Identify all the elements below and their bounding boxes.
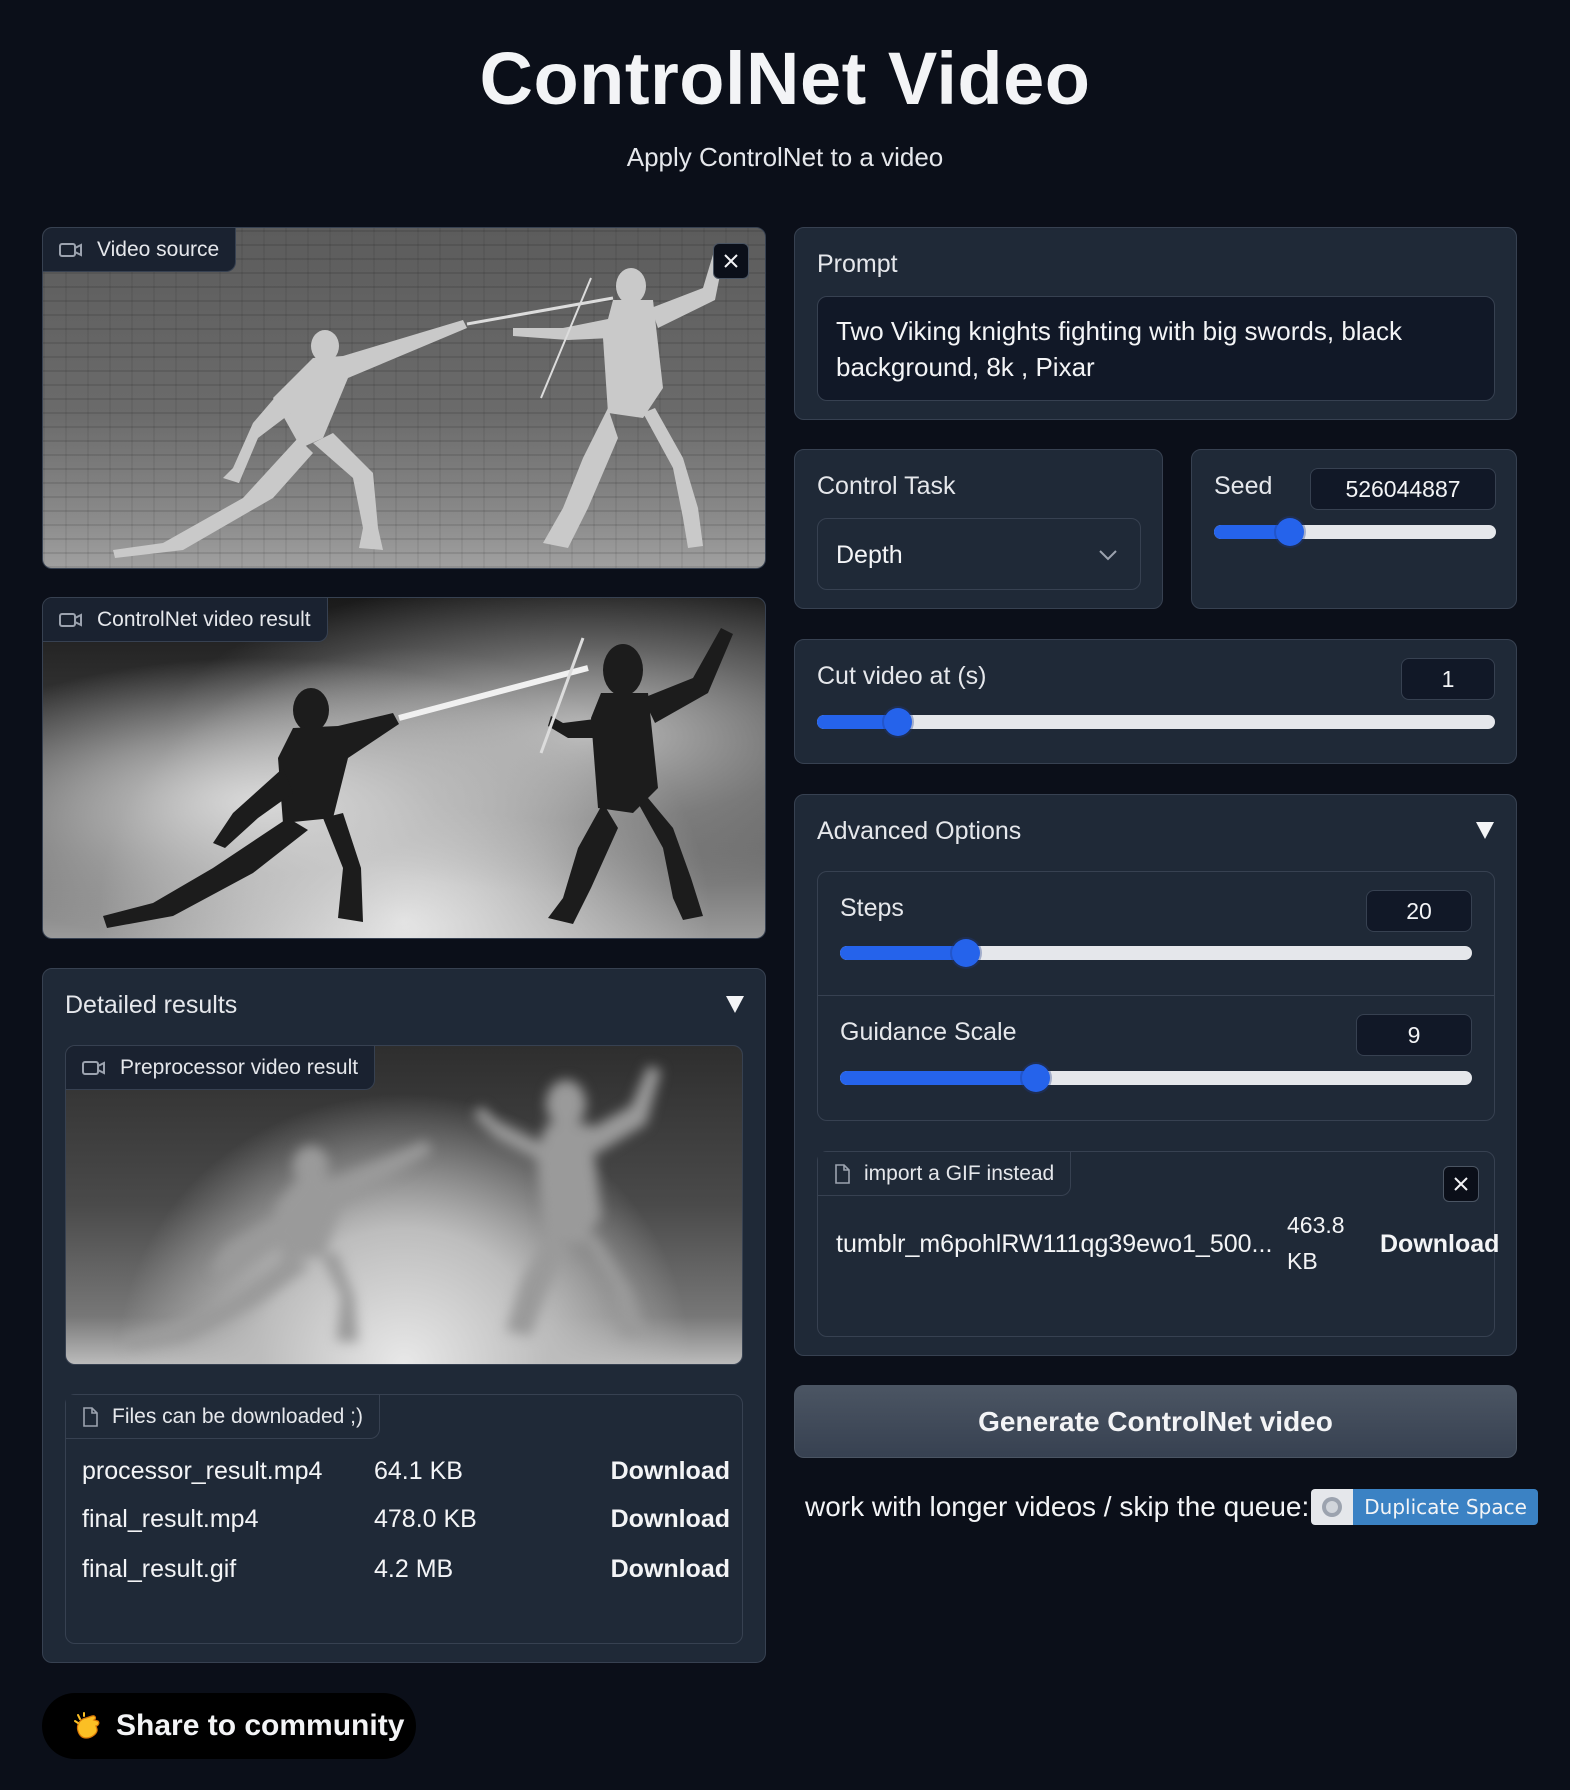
controlnet-result-frame (43, 598, 765, 938)
steps-slider-thumb[interactable] (952, 939, 981, 967)
gif-import-label: import a GIF instead (818, 1152, 1072, 1196)
cut-video-slider[interactable] (817, 708, 1495, 736)
file-row: final_result.mp4 478.0 KB Download (82, 1501, 730, 1541)
control-task-panel: Control Task Depth (794, 449, 1163, 609)
clapping-hands-icon (74, 1712, 100, 1739)
file-name: final_result.gif (82, 1555, 237, 1583)
preprocessor-result-label-text: Preprocessor video result (120, 1055, 359, 1079)
controlnet-result-player[interactable]: ControlNet video result (42, 597, 766, 939)
page-title: ControlNet Video (479, 37, 1091, 120)
video-camera-icon (59, 612, 82, 627)
control-task-value: Depth (836, 541, 903, 569)
share-to-community-button[interactable]: Share to community (42, 1693, 416, 1759)
seed-input[interactable]: 526044887 (1310, 468, 1496, 510)
detailed-results-header[interactable]: Detailed results (43, 969, 765, 1039)
guidance-input[interactable]: 9 (1356, 1014, 1472, 1056)
file-icon (83, 1406, 98, 1427)
detailed-results-panel: Detailed results Preprocessor video resu… (42, 968, 766, 1663)
download-link[interactable]: Download (611, 1555, 730, 1584)
prompt-panel: Prompt Two Viking knights fighting with … (794, 227, 1517, 420)
clear-video-button[interactable] (713, 243, 749, 279)
share-label: Share to community (116, 1709, 405, 1742)
controlnet-result-label: ControlNet video result (43, 598, 328, 642)
video-source-label-text: Video source (97, 237, 220, 261)
guidance-row: Guidance Scale 9 (818, 996, 1494, 1120)
duplicate-space-badge[interactable]: Duplicate Space (1311, 1489, 1538, 1525)
advanced-sliders-group: Steps 20 Guidance Scale 9 (817, 871, 1495, 1121)
seed-panel: Seed 526044887 (1191, 449, 1517, 609)
steps-label: Steps (840, 894, 904, 922)
controlnet-result-label-text: ControlNet video result (97, 607, 311, 631)
seed-slider[interactable] (1214, 518, 1496, 546)
preprocessor-result-label: Preprocessor video result (66, 1046, 376, 1090)
files-label-text: Files can be downloaded ;) (112, 1404, 363, 1428)
file-row: final_result.gif 4.2 MB Download (82, 1551, 730, 1591)
files-download-panel: Files can be downloaded ;) processor_res… (65, 1394, 743, 1644)
duplicate-text: work with longer videos / skip the queue… (805, 1491, 1310, 1522)
duplicate-row: work with longer videos / skip the queue… (805, 1487, 1538, 1527)
video-camera-icon (59, 242, 82, 257)
generate-button[interactable]: Generate ControlNet video (794, 1385, 1517, 1458)
seed-slider-thumb[interactable] (1276, 518, 1305, 546)
gif-import-panel: import a GIF instead tumblr_m6pohlRW111q… (817, 1151, 1499, 1337)
badge-label: Duplicate Space (1353, 1489, 1538, 1525)
clear-gif-button[interactable] (1443, 1166, 1479, 1202)
video-source-player[interactable]: Video source (42, 227, 766, 569)
prompt-textarea[interactable]: Two Viking knights fighting with big swo… (817, 296, 1495, 401)
collapse-triangle-icon (1476, 822, 1494, 839)
cut-video-input[interactable]: 1 (1401, 658, 1495, 700)
control-task-dropdown[interactable]: Depth (817, 518, 1141, 590)
file-size: 478.0 KB (374, 1505, 477, 1533)
file-row: processor_result.mp4 64.1 KB Download (82, 1451, 730, 1491)
chevron-down-icon (1099, 550, 1117, 561)
generate-button-label: Generate ControlNet video (978, 1405, 1333, 1437)
close-icon (724, 254, 738, 268)
gif-file-size-value: 463.8 (1287, 1212, 1345, 1238)
advanced-options-title: Advanced Options (817, 817, 1022, 845)
close-icon (1454, 1177, 1468, 1191)
preprocessor-result-player[interactable]: Preprocessor video result (65, 1045, 743, 1365)
files-label: Files can be downloaded ;) (66, 1395, 380, 1439)
gif-import-label-text: import a GIF instead (864, 1161, 1055, 1185)
badge-logo (1311, 1489, 1354, 1525)
preprocessor-result-frame (66, 1046, 742, 1364)
download-link[interactable]: Download (611, 1505, 730, 1534)
gif-file-name: tumblr_m6pohlRW111qg39ewo1_500... (836, 1230, 1273, 1258)
cut-video-label: Cut video at (s) (817, 662, 987, 690)
collapse-triangle-icon (726, 996, 744, 1013)
advanced-options-header[interactable]: Advanced Options (795, 795, 1516, 865)
guidance-slider-fill (840, 1071, 1036, 1085)
detailed-results-title: Detailed results (65, 991, 238, 1019)
file-size: 4.2 MB (374, 1555, 454, 1583)
guidance-slider[interactable] (840, 1064, 1472, 1092)
guidance-slider-thumb[interactable] (1021, 1064, 1050, 1092)
steps-slider[interactable] (840, 939, 1472, 967)
control-task-label: Control Task (817, 472, 956, 500)
prompt-label: Prompt (817, 250, 898, 278)
advanced-options-panel: Advanced Options Steps 20 Guidance Scale… (794, 794, 1517, 1356)
steps-slider-fill (840, 946, 967, 960)
video-source-label: Video source (43, 228, 237, 272)
file-size: 64.1 KB (374, 1457, 463, 1485)
video-source-frame (43, 228, 765, 568)
cut-video-panel: Cut video at (s) 1 (794, 639, 1517, 764)
download-link[interactable]: Download (611, 1457, 730, 1486)
page-subtitle: Apply ControlNet to a video (626, 142, 944, 172)
steps-row: Steps 20 (818, 872, 1494, 996)
gif-file-size-unit: KB (1287, 1248, 1318, 1274)
steps-input[interactable]: 20 (1366, 890, 1472, 932)
seed-label: Seed (1214, 472, 1273, 500)
file-name: final_result.mp4 (82, 1505, 259, 1533)
file-icon (835, 1163, 850, 1184)
guidance-label: Guidance Scale (840, 1018, 1017, 1046)
video-camera-icon (82, 1060, 105, 1075)
huggingface-icon (1322, 1497, 1343, 1517)
gif-download-link[interactable]: Download (1380, 1230, 1499, 1259)
file-name: processor_result.mp4 (82, 1457, 323, 1485)
cut-video-slider-thumb[interactable] (884, 708, 913, 736)
